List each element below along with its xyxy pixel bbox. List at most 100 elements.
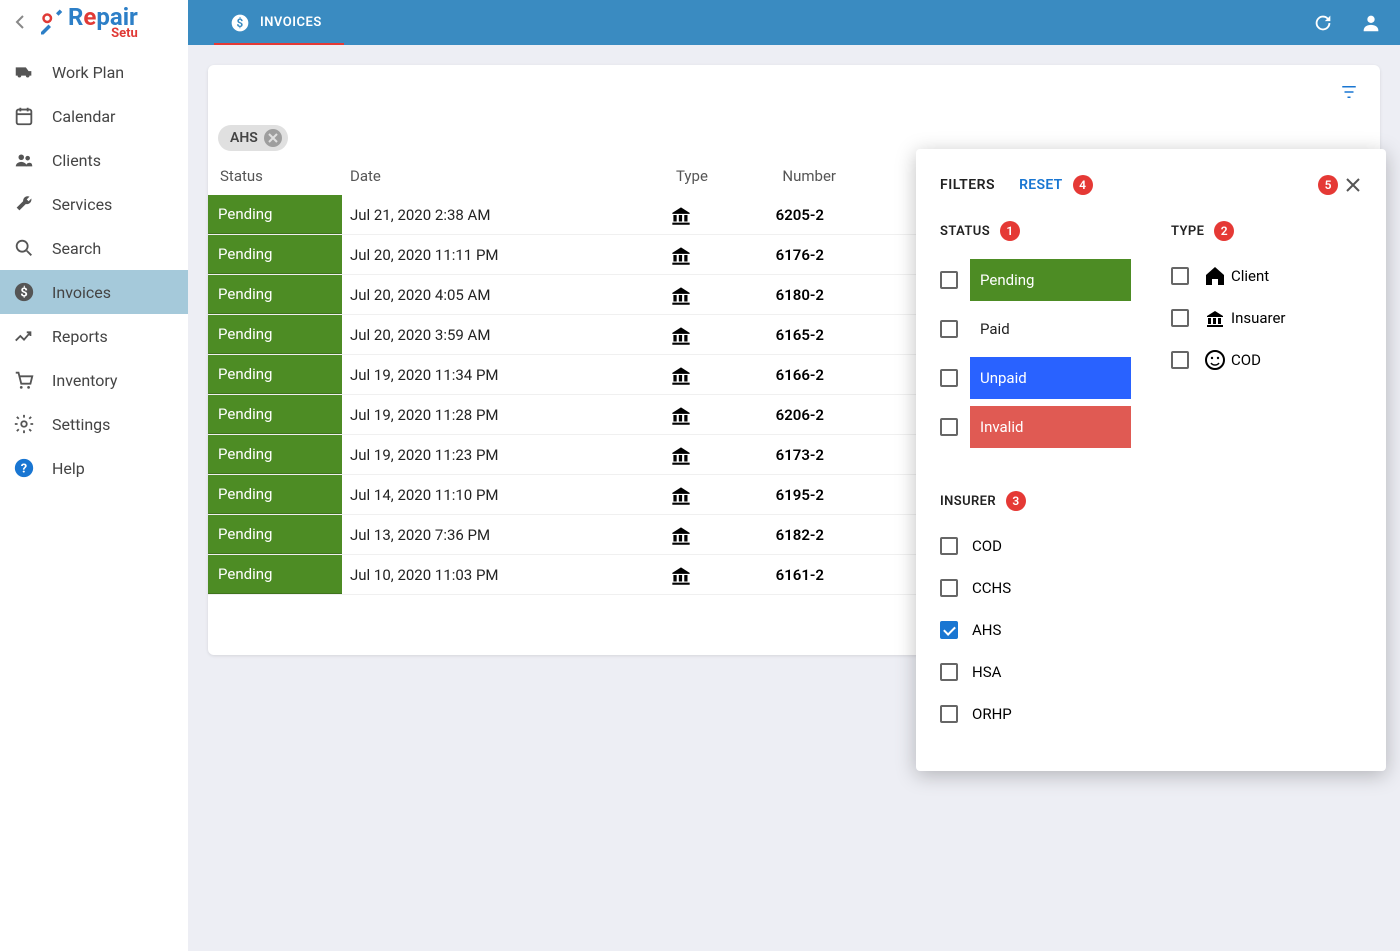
chip-label: AHS bbox=[230, 130, 258, 146]
checkbox[interactable] bbox=[940, 418, 958, 436]
status-option-paid[interactable]: Paid bbox=[940, 304, 1131, 353]
bank-icon bbox=[668, 362, 694, 388]
filter-chip-ahs[interactable]: AHS bbox=[218, 125, 288, 151]
sidebar-item-label: Settings bbox=[52, 415, 110, 434]
badge-4: 4 bbox=[1073, 175, 1093, 195]
brand-logo: Repair Setu bbox=[36, 5, 138, 40]
filter-button[interactable] bbox=[1338, 83, 1360, 101]
number-cell: 6176-2 bbox=[754, 246, 824, 264]
logo-subtitle: Setu bbox=[68, 27, 138, 40]
sidebar-item-help[interactable]: ?Help bbox=[0, 446, 188, 490]
status-section-title: STATUS 1 bbox=[940, 221, 1131, 241]
type-option-insuarer[interactable]: Insuarer bbox=[1171, 297, 1362, 339]
bank-icon bbox=[668, 562, 694, 588]
status-pill: Unpaid bbox=[970, 357, 1131, 399]
insurer-option-hsa[interactable]: HSA bbox=[940, 651, 1131, 693]
filter-panel: FILTERS RESET 4 5 STATUS 1 PendingPaidUn… bbox=[916, 149, 1386, 771]
refresh-button[interactable] bbox=[1312, 12, 1334, 34]
checkbox[interactable] bbox=[1171, 351, 1189, 369]
status-option-pending[interactable]: Pending bbox=[940, 255, 1131, 304]
bank-icon bbox=[668, 282, 694, 308]
type-option-client[interactable]: Client bbox=[1171, 255, 1362, 297]
checkbox[interactable] bbox=[1171, 267, 1189, 285]
badge-2: 2 bbox=[1214, 221, 1234, 241]
date-cell: Jul 19, 2020 11:28 PM bbox=[342, 406, 668, 424]
help-icon: ? bbox=[12, 457, 36, 479]
badge-3: 3 bbox=[1006, 491, 1026, 511]
topbar: $ INVOICES bbox=[188, 0, 1400, 45]
date-cell: Jul 20, 2020 11:11 PM bbox=[342, 246, 668, 264]
insurer-option-cod[interactable]: COD bbox=[940, 525, 1131, 567]
type-label: Client bbox=[1231, 267, 1269, 285]
insurer-option-orhp[interactable]: ORHP bbox=[940, 693, 1131, 735]
filters-title: FILTERS bbox=[940, 177, 995, 193]
date-cell: Jul 19, 2020 11:23 PM bbox=[342, 446, 668, 464]
sidebar-item-services[interactable]: Services bbox=[0, 182, 188, 226]
status-pill: Pending bbox=[970, 259, 1131, 301]
bank-icon bbox=[668, 402, 694, 428]
number-cell: 6205-2 bbox=[754, 206, 824, 224]
reset-button[interactable]: RESET bbox=[1019, 177, 1062, 193]
status-option-unpaid[interactable]: Unpaid bbox=[940, 353, 1131, 402]
type-label: Insuarer bbox=[1231, 309, 1286, 327]
svg-text:$: $ bbox=[20, 286, 27, 301]
insurer-label: HSA bbox=[972, 663, 1001, 681]
checkbox[interactable] bbox=[940, 579, 958, 597]
bank-icon bbox=[668, 322, 694, 348]
checkbox[interactable] bbox=[940, 705, 958, 723]
date-cell: Jul 13, 2020 7:36 PM bbox=[342, 526, 668, 544]
checkbox[interactable] bbox=[940, 663, 958, 681]
status-option-invalid[interactable]: Invalid bbox=[940, 402, 1131, 451]
insurer-section-title: INSURER 3 bbox=[940, 491, 1131, 511]
collapse-sidebar-button[interactable] bbox=[8, 10, 32, 34]
sidebar-header: Repair Setu bbox=[0, 0, 188, 44]
tab-label: INVOICES bbox=[260, 15, 322, 30]
col-date-header[interactable]: Date bbox=[350, 167, 676, 185]
insurer-option-cchs[interactable]: CCHS bbox=[940, 567, 1131, 609]
type-option-cod[interactable]: COD bbox=[1171, 339, 1362, 381]
face-icon bbox=[1201, 348, 1229, 372]
sidebar-item-work-plan[interactable]: Work Plan bbox=[0, 50, 188, 94]
col-type-header[interactable]: Type bbox=[676, 167, 766, 185]
sidebar-item-inventory[interactable]: Inventory bbox=[0, 358, 188, 402]
sidebar-item-label: Reports bbox=[52, 327, 108, 346]
type-cell bbox=[668, 362, 754, 388]
sidebar-item-calendar[interactable]: Calendar bbox=[0, 94, 188, 138]
checkbox[interactable] bbox=[940, 271, 958, 289]
sidebar-item-label: Work Plan bbox=[52, 63, 124, 82]
checkbox[interactable] bbox=[1171, 309, 1189, 327]
status-pill: Invalid bbox=[970, 406, 1131, 448]
sidebar-item-label: Services bbox=[52, 195, 112, 214]
type-cell bbox=[668, 242, 754, 268]
sidebar-item-clients[interactable]: Clients bbox=[0, 138, 188, 182]
chip-remove-icon[interactable] bbox=[264, 129, 282, 147]
gear-icon bbox=[12, 413, 36, 435]
sidebar-item-label: Invoices bbox=[52, 283, 111, 302]
van-icon bbox=[12, 61, 36, 83]
col-status-header[interactable]: Status bbox=[218, 167, 350, 185]
sidebar-item-label: Calendar bbox=[52, 107, 115, 126]
bank-icon bbox=[668, 202, 694, 228]
people-icon bbox=[12, 149, 36, 171]
status-cell: Pending bbox=[208, 235, 342, 274]
bank-icon bbox=[668, 522, 694, 548]
sidebar-item-search[interactable]: Search bbox=[0, 226, 188, 270]
profile-button[interactable] bbox=[1360, 12, 1382, 34]
type-cell bbox=[668, 322, 754, 348]
checkbox[interactable] bbox=[940, 537, 958, 555]
type-cell bbox=[668, 402, 754, 428]
status-cell: Pending bbox=[208, 475, 342, 514]
tab-invoices[interactable]: $ INVOICES bbox=[188, 0, 338, 45]
sidebar-item-reports[interactable]: Reports bbox=[0, 314, 188, 358]
checkbox[interactable] bbox=[940, 320, 958, 338]
insurer-label: ORHP bbox=[972, 705, 1012, 723]
checkbox[interactable] bbox=[940, 369, 958, 387]
type-cell bbox=[668, 282, 754, 308]
insurer-option-ahs[interactable]: AHS bbox=[940, 609, 1131, 651]
close-filter-button[interactable]: 5 bbox=[1308, 175, 1362, 195]
insurer-label: COD bbox=[972, 537, 1002, 555]
sidebar-item-invoices[interactable]: $ Invoices bbox=[0, 270, 188, 314]
checkbox[interactable] bbox=[940, 621, 958, 639]
col-number-header[interactable]: Number bbox=[766, 167, 836, 185]
sidebar-item-settings[interactable]: Settings bbox=[0, 402, 188, 446]
